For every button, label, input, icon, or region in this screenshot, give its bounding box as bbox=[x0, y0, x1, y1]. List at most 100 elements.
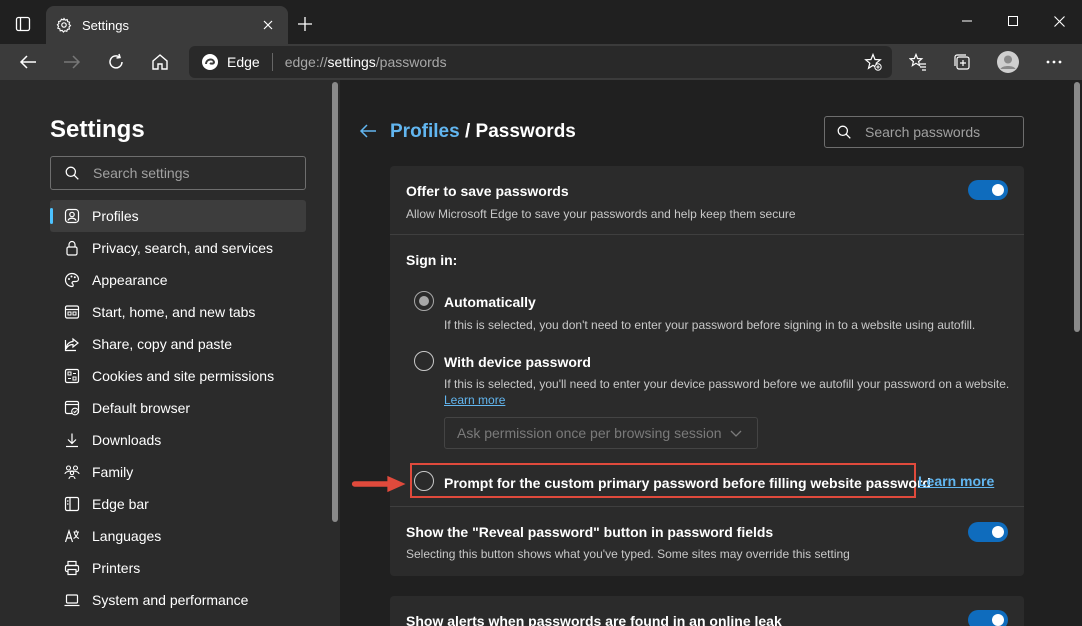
search-icon bbox=[65, 166, 79, 180]
refresh-button[interactable] bbox=[100, 46, 132, 78]
main-scrollbar[interactable] bbox=[1072, 80, 1082, 626]
profile-icon bbox=[64, 208, 80, 224]
annotation-arrow-icon bbox=[351, 475, 406, 493]
tab-close-button[interactable] bbox=[258, 15, 278, 35]
leak-alerts-card: Show alerts when passwords are found in … bbox=[390, 596, 1024, 626]
sidebar-scrollbar[interactable] bbox=[330, 80, 340, 626]
custom-primary-password-title: Prompt for the custom primary password b… bbox=[444, 475, 931, 491]
favorites-button[interactable] bbox=[902, 46, 934, 78]
sidebar-item-languages[interactable]: Languages bbox=[50, 520, 306, 552]
divider bbox=[390, 506, 1024, 507]
breadcrumb-separator: / bbox=[459, 121, 476, 142]
cookie-icon bbox=[64, 368, 80, 384]
back-button[interactable] bbox=[12, 46, 44, 78]
tab-settings[interactable]: Settings bbox=[46, 6, 288, 44]
sidebar-item-start-home[interactable]: Start, home, and new tabs bbox=[50, 296, 306, 328]
laptop-icon bbox=[64, 592, 80, 608]
search-icon bbox=[837, 125, 851, 139]
collections-button[interactable] bbox=[946, 46, 978, 78]
password-settings-card: Offer to save passwords Allow Microsoft … bbox=[390, 166, 1024, 576]
sidebar-item-label: Family bbox=[92, 464, 134, 480]
sidebar-item-downloads[interactable]: Downloads bbox=[50, 424, 306, 456]
sidebar-item-label: Edge bar bbox=[92, 496, 149, 512]
maximize-button[interactable] bbox=[990, 6, 1036, 36]
edge-logo-icon bbox=[202, 54, 218, 70]
search-settings-field[interactable] bbox=[50, 156, 306, 190]
more-menu-button[interactable] bbox=[1038, 46, 1070, 78]
close-icon bbox=[263, 20, 273, 30]
address-bar[interactable]: Edge edge://settings/passwords bbox=[189, 46, 892, 78]
minimize-button[interactable] bbox=[944, 6, 990, 36]
search-passwords-input[interactable] bbox=[865, 124, 1015, 140]
sidebar-item-edge-bar[interactable]: Edge bar bbox=[50, 488, 306, 520]
custom-learn-more-link[interactable]: Learn more bbox=[918, 473, 994, 489]
plus-icon bbox=[298, 17, 312, 31]
more-icon bbox=[1046, 60, 1062, 64]
search-passwords-field[interactable] bbox=[824, 116, 1024, 148]
sidebar-item-printers[interactable]: Printers bbox=[50, 552, 306, 584]
page-title: Passwords bbox=[475, 121, 576, 142]
radio-device-password[interactable] bbox=[414, 351, 434, 371]
minimize-icon bbox=[962, 20, 972, 22]
refresh-icon bbox=[109, 53, 123, 69]
home-tabs-icon bbox=[64, 304, 80, 320]
sidebar-item-label: Languages bbox=[92, 528, 162, 544]
chevron-down-icon bbox=[730, 430, 742, 437]
select-value: Ask permission once per browsing session bbox=[457, 425, 722, 441]
address-separator bbox=[271, 53, 273, 71]
browser-icon bbox=[64, 400, 80, 416]
divider bbox=[390, 234, 1024, 235]
maximize-icon bbox=[1008, 16, 1018, 26]
sidebar-item-system[interactable]: System and performance bbox=[50, 584, 306, 616]
offer-save-toggle[interactable] bbox=[968, 180, 1008, 200]
profile-button[interactable] bbox=[992, 46, 1024, 78]
automatically-desc: If this is selected, you don't need to e… bbox=[444, 318, 976, 332]
device-auth-frequency-select[interactable]: Ask permission once per browsing session bbox=[444, 417, 758, 449]
forward-button[interactable] bbox=[56, 46, 88, 78]
sidebar-scroll-thumb[interactable] bbox=[332, 82, 338, 522]
search-settings-input[interactable] bbox=[93, 165, 293, 181]
sidebar-item-label: Cookies and site permissions bbox=[92, 368, 275, 384]
home-button[interactable] bbox=[144, 46, 176, 78]
new-tab-button[interactable] bbox=[292, 11, 318, 37]
sidebar-item-profiles[interactable]: Profiles bbox=[50, 200, 306, 232]
collections-icon bbox=[954, 54, 970, 70]
tab-actions-button[interactable] bbox=[8, 10, 38, 38]
avatar-icon bbox=[997, 51, 1019, 73]
arrow-left-icon bbox=[359, 124, 376, 138]
sidebar-item-appearance[interactable]: Appearance bbox=[50, 264, 306, 296]
palette-icon bbox=[64, 272, 80, 288]
sidebar-item-family[interactable]: Family bbox=[50, 456, 306, 488]
sidebar-item-label: System and performance bbox=[92, 592, 249, 608]
sidebar-item-share[interactable]: Share, copy and paste bbox=[50, 328, 306, 360]
sidebar-item-privacy[interactable]: Privacy, search, and services bbox=[50, 232, 306, 264]
device-learn-more-link[interactable]: Learn more bbox=[444, 393, 505, 407]
language-icon bbox=[64, 528, 80, 544]
add-favorite-button[interactable] bbox=[862, 51, 884, 73]
sidebar-item-default-browser[interactable]: Default browser bbox=[50, 392, 306, 424]
back-to-profiles-button[interactable] bbox=[358, 121, 378, 141]
close-window-button[interactable] bbox=[1036, 6, 1082, 36]
lock-icon bbox=[64, 240, 80, 256]
title-bar: Settings bbox=[0, 0, 1082, 44]
sidebar-item-label: Start, home, and new tabs bbox=[92, 304, 256, 320]
favorites-list-icon bbox=[909, 53, 926, 71]
sidebar-item-label: Appearance bbox=[92, 272, 168, 288]
gear-icon bbox=[56, 17, 72, 33]
automatically-title: Automatically bbox=[444, 294, 536, 310]
reveal-password-toggle[interactable] bbox=[968, 522, 1008, 542]
breadcrumb-profiles-link[interactable]: Profiles bbox=[390, 121, 460, 142]
sidebar-item-label: Downloads bbox=[92, 432, 162, 448]
leak-alerts-toggle[interactable] bbox=[968, 610, 1008, 626]
settings-main: Profiles / Passwords Offer to save passw… bbox=[340, 80, 1082, 626]
browser-toolbar: Edge edge://settings/passwords bbox=[0, 44, 1082, 80]
radio-automatically[interactable] bbox=[414, 291, 434, 311]
radio-custom-primary-password[interactable] bbox=[414, 471, 434, 491]
share-icon bbox=[64, 336, 80, 352]
address-brand: Edge bbox=[227, 54, 260, 70]
sidebar-item-label: Profiles bbox=[92, 208, 139, 224]
address-url: edge://settings/passwords bbox=[285, 54, 447, 70]
main-scroll-thumb[interactable] bbox=[1074, 82, 1080, 332]
sidebar-item-cookies[interactable]: Cookies and site permissions bbox=[50, 360, 306, 392]
arrow-right-icon bbox=[64, 55, 81, 69]
